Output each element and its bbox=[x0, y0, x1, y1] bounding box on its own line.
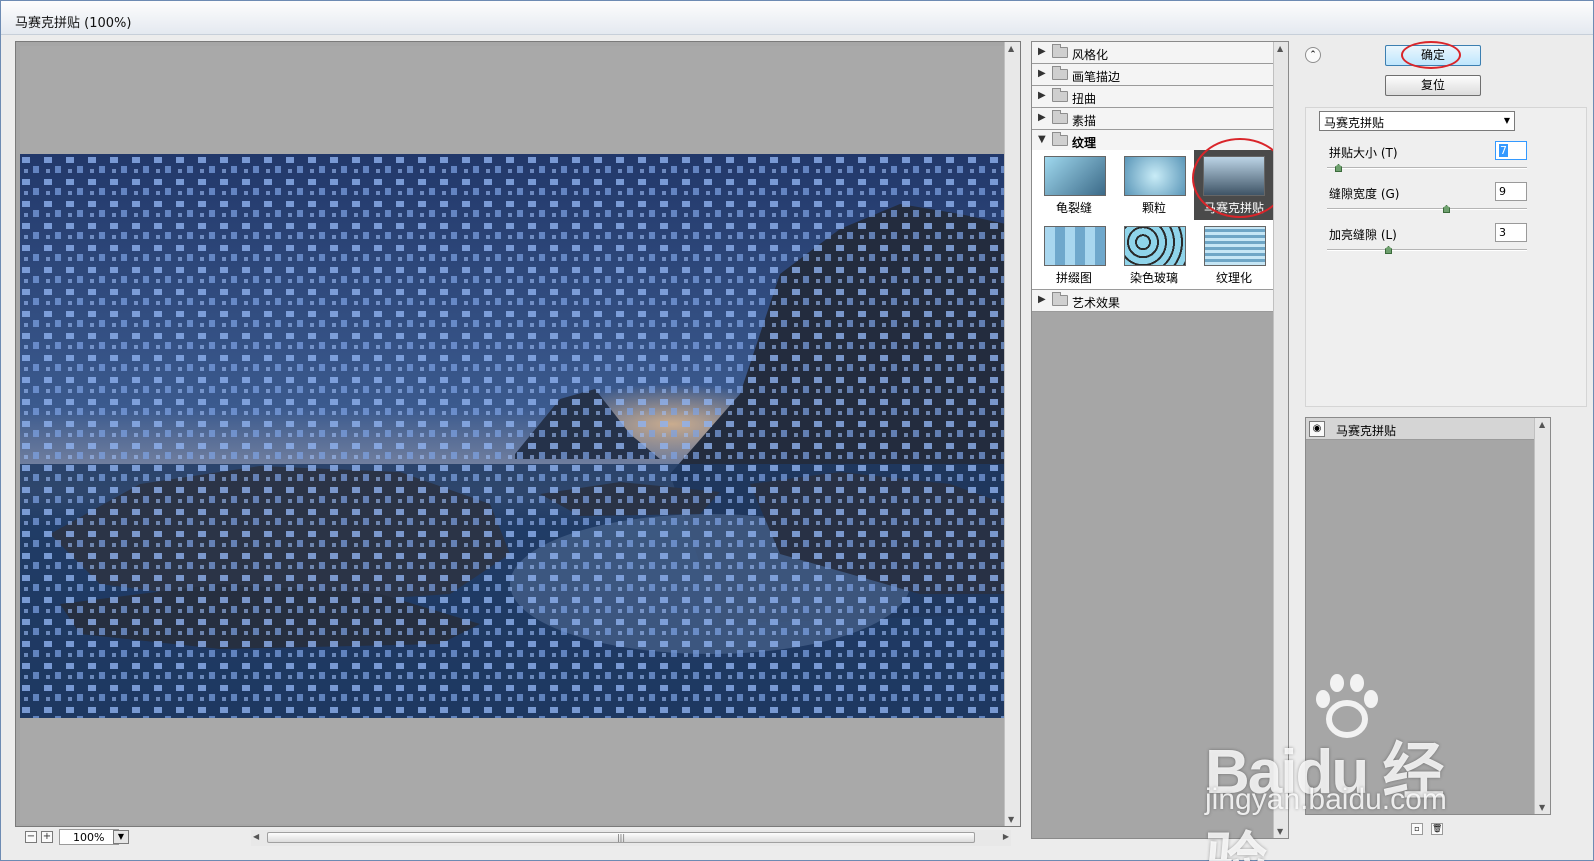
filter-category-list: ▶ 风格化 ▶ 画笔描边 ▶ 扭曲 ▶ 素描 ▼ 纹理 龟裂缝 颗粒 马赛克拼贴… bbox=[1032, 42, 1288, 838]
thumb-grain[interactable]: 颗粒 bbox=[1116, 154, 1192, 218]
texture-thumbnails: 龟裂缝 颗粒 马赛克拼贴 拼缀图 染色玻璃 纹理化 bbox=[1032, 138, 1288, 290]
expand-triangle-icon[interactable]: ▶ bbox=[1038, 90, 1046, 101]
folder-icon bbox=[1052, 110, 1068, 124]
gallery-scrollbar[interactable]: ▲ ▼ bbox=[1273, 42, 1288, 838]
thumb-craquelure[interactable]: 龟裂缝 bbox=[1036, 154, 1112, 218]
category-label: 素描 bbox=[1072, 114, 1097, 128]
thumbnail-caption: 龟裂缝 bbox=[1055, 201, 1092, 215]
options-panel: ⌃ 确定 复位 马赛克拼贴 ▼ 拼贴大小 (T) 7 缝隙宽度 (G) 9 加亮… bbox=[1297, 41, 1591, 847]
thumb-stained-glass[interactable]: 染色玻璃 bbox=[1116, 224, 1192, 288]
preview-panel: ▲ ▼ bbox=[15, 41, 1021, 827]
scroll-left-arrow-icon[interactable]: ◀ bbox=[253, 832, 259, 841]
thumbnail-caption: 拼缀图 bbox=[1055, 271, 1092, 285]
category-label: 艺术效果 bbox=[1072, 296, 1121, 310]
thumbnail-caption: 染色玻璃 bbox=[1129, 271, 1178, 285]
expand-triangle-icon[interactable]: ▶ bbox=[1038, 112, 1046, 123]
filter-select-value: 马赛克拼贴 bbox=[1324, 116, 1385, 130]
zoom-dropdown-arrow-icon[interactable]: ▼ bbox=[113, 830, 129, 844]
category-label: 扭曲 bbox=[1072, 92, 1097, 106]
effect-layer-name: 马赛克拼贴 bbox=[1336, 424, 1397, 438]
lighten-grout-slider[interactable] bbox=[1327, 246, 1527, 254]
scroll-down-arrow-icon[interactable]: ▼ bbox=[1539, 803, 1545, 812]
thumb-patchwork[interactable]: 拼缀图 bbox=[1036, 224, 1112, 288]
lighten-grout-field[interactable]: 3 bbox=[1495, 223, 1527, 242]
expand-triangle-icon[interactable]: ▶ bbox=[1038, 46, 1046, 57]
category-label: 风格化 bbox=[1072, 48, 1109, 62]
reset-button[interactable]: 复位 bbox=[1385, 75, 1481, 96]
scroll-up-arrow-icon[interactable]: ▲ bbox=[1277, 44, 1283, 53]
category-label: 纹理 bbox=[1072, 136, 1097, 150]
zoom-level-field[interactable]: 100% bbox=[59, 829, 119, 845]
preview-image bbox=[20, 154, 1006, 718]
scroll-up-arrow-icon[interactable]: ▲ bbox=[1539, 420, 1545, 429]
category-label: 画笔描边 bbox=[1072, 70, 1121, 84]
layers-scrollbar[interactable]: ▲ ▼ bbox=[1534, 418, 1550, 814]
scroll-down-arrow-icon[interactable]: ▼ bbox=[1277, 827, 1283, 836]
preview-footer: − + 100% ▼ ◀ ||| ▶ bbox=[15, 827, 1021, 849]
effect-layers-panel: ◉ 马赛克拼贴 ▲ ▼ bbox=[1305, 417, 1551, 815]
mosaic-seascape-image bbox=[20, 154, 1006, 718]
collapse-triangle-icon[interactable]: ▼ bbox=[1038, 134, 1046, 145]
category-sketch[interactable]: ▶ 素描 bbox=[1032, 108, 1274, 130]
filter-gallery-window: 马赛克拼贴 (100%) ▲ ▼ − + 100% ▼ ◀ ||| ▶ ▶ 风格… bbox=[0, 0, 1594, 861]
chevron-down-icon: ▼ bbox=[1503, 116, 1510, 125]
delete-effect-layer-icon[interactable]: 🗑 bbox=[1431, 823, 1443, 835]
grout-width-field[interactable]: 9 bbox=[1495, 182, 1527, 201]
scroll-up-arrow-icon[interactable]: ▲ bbox=[1008, 44, 1014, 53]
thumbnail-image bbox=[1124, 226, 1186, 266]
filter-gallery-panel: ▶ 风格化 ▶ 画笔描边 ▶ 扭曲 ▶ 素描 ▼ 纹理 龟裂缝 颗粒 马赛克拼贴… bbox=[1031, 41, 1289, 839]
thumbnail-image bbox=[1204, 226, 1266, 266]
tile-size-field[interactable]: 7 bbox=[1495, 141, 1527, 160]
category-stylize[interactable]: ▶ 风格化 bbox=[1032, 42, 1274, 64]
folder-icon bbox=[1052, 88, 1068, 102]
zoom-in-button[interactable]: + bbox=[41, 831, 53, 843]
scroll-down-arrow-icon[interactable]: ▼ bbox=[1008, 815, 1014, 824]
tile-size-slider[interactable] bbox=[1327, 164, 1527, 172]
folder-icon bbox=[1052, 66, 1068, 80]
folder-icon bbox=[1052, 292, 1068, 306]
category-distort[interactable]: ▶ 扭曲 bbox=[1032, 86, 1274, 108]
new-effect-layer-icon[interactable]: ▫ bbox=[1411, 823, 1423, 835]
filter-select[interactable]: 马赛克拼贴 ▼ bbox=[1319, 111, 1515, 131]
thumbnail-caption: 颗粒 bbox=[1141, 201, 1166, 215]
eye-visibility-icon[interactable]: ◉ bbox=[1309, 421, 1325, 437]
window-title: 马赛克拼贴 (100%) bbox=[15, 16, 132, 31]
preview-horizontal-scrollbar[interactable]: ◀ ||| ▶ bbox=[251, 830, 1011, 846]
open-folder-icon bbox=[1052, 132, 1068, 146]
thumbnail-image bbox=[1044, 156, 1106, 196]
tile-size-value: 7 bbox=[1499, 144, 1508, 157]
category-brush-strokes[interactable]: ▶ 画笔描边 bbox=[1032, 64, 1274, 86]
collapse-gallery-icon[interactable]: ⌃ bbox=[1305, 47, 1321, 63]
expand-triangle-icon[interactable]: ▶ bbox=[1038, 294, 1046, 305]
category-artistic[interactable]: ▶ 艺术效果 bbox=[1032, 290, 1274, 312]
thumb-texturizer[interactable]: 纹理化 bbox=[1196, 224, 1272, 288]
thumbnail-image bbox=[1044, 226, 1106, 266]
horizontal-scroll-thumb[interactable]: ||| bbox=[267, 832, 975, 843]
grout-width-slider[interactable] bbox=[1327, 205, 1527, 213]
effect-layer-row[interactable]: ◉ 马赛克拼贴 bbox=[1306, 418, 1534, 440]
zoom-out-button[interactable]: − bbox=[25, 831, 37, 843]
ok-highlight-circle bbox=[1401, 41, 1461, 69]
scroll-right-arrow-icon[interactable]: ▶ bbox=[1003, 832, 1009, 841]
thumbnail-image bbox=[1124, 156, 1186, 196]
title-bar: 马赛克拼贴 (100%) bbox=[1, 1, 1593, 35]
expand-triangle-icon[interactable]: ▶ bbox=[1038, 68, 1046, 79]
preview-canvas[interactable] bbox=[20, 46, 1006, 824]
thumbnail-caption: 纹理化 bbox=[1215, 271, 1252, 285]
folder-icon bbox=[1052, 44, 1068, 58]
preview-vertical-scrollbar[interactable]: ▲ ▼ bbox=[1004, 42, 1020, 826]
